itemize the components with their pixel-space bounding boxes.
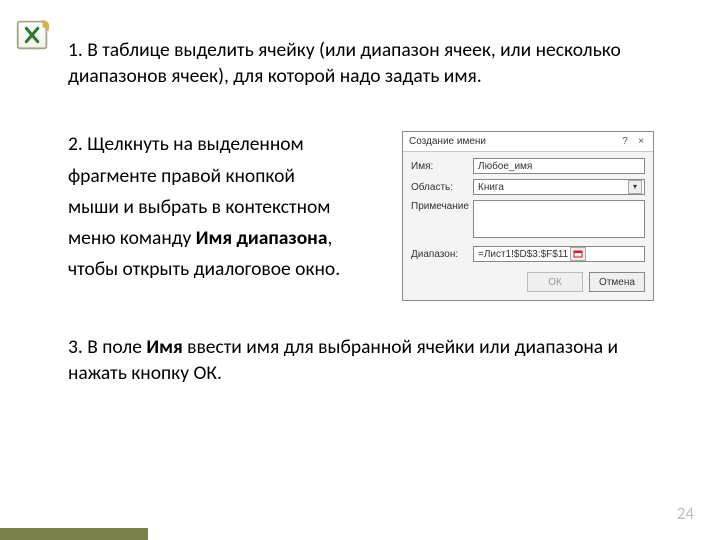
page-number: 24: [677, 503, 694, 524]
create-name-dialog: Создание имени ? × Имя: Любое_имя Област…: [402, 131, 654, 301]
dialog-footer: ОК Отмена: [403, 266, 653, 300]
dialog-titlebar: Создание имени ? ×: [403, 132, 653, 152]
text-column: 1. В таблице выделить ячейку (или диапаз…: [68, 38, 658, 387]
step-2-line-3: мыши и выбрать в контекстном: [68, 192, 386, 223]
help-icon[interactable]: ?: [617, 134, 633, 148]
comment-textarea[interactable]: [473, 200, 645, 238]
range-label: Диапазон:: [411, 248, 473, 261]
dialog-title: Создание имени: [409, 135, 617, 148]
step-1-text: 1. В таблице выделить ячейку (или диапаз…: [68, 38, 658, 89]
comment-label: Примечание: [411, 200, 473, 238]
range-value: =Лист1!$D$3:$F$11: [478, 248, 568, 261]
close-icon[interactable]: ×: [633, 134, 649, 148]
ok-button[interactable]: ОК: [527, 272, 583, 292]
step-2-line-5: чтобы открыть диалоговое окно.: [68, 254, 386, 285]
slide: 1. В таблице выделить ячейку (или диапаз…: [0, 0, 720, 540]
excel-icon: [14, 16, 52, 54]
scope-select[interactable]: Книга ▾: [473, 179, 645, 195]
step-2-line-1: 2. Щелкнуть на выделенном: [68, 129, 386, 160]
bold-field: Имя: [146, 335, 182, 359]
cancel-button[interactable]: Отмена: [589, 272, 645, 292]
scope-value: Книга: [478, 181, 504, 194]
step-2-text: 2. Щелкнуть на выделенном фрагменте прав…: [68, 129, 386, 285]
range-ref-icon[interactable]: [570, 247, 586, 261]
chevron-down-icon: ▾: [628, 180, 642, 194]
scope-label: Область:: [411, 181, 473, 194]
step-2-line-2: фрагменте правой кнопкой: [68, 161, 386, 192]
range-input[interactable]: =Лист1!$D$3:$F$11: [473, 246, 645, 262]
step-3-text: 3. В поле Имя ввести имя для выбранной я…: [68, 335, 628, 386]
dialog-body: Имя: Любое_имя Область: Книга ▾ Примечан…: [403, 152, 653, 266]
step-2-area: 2. Щелкнуть на выделенном фрагменте прав…: [68, 129, 658, 301]
name-label: Имя:: [411, 160, 473, 173]
bold-command: Имя диапазона: [196, 226, 328, 250]
name-input[interactable]: Любое_имя: [473, 158, 645, 174]
footer-accent-bar: [0, 528, 148, 540]
step-2-line-4: меню команду Имя диапазона,: [68, 223, 386, 254]
